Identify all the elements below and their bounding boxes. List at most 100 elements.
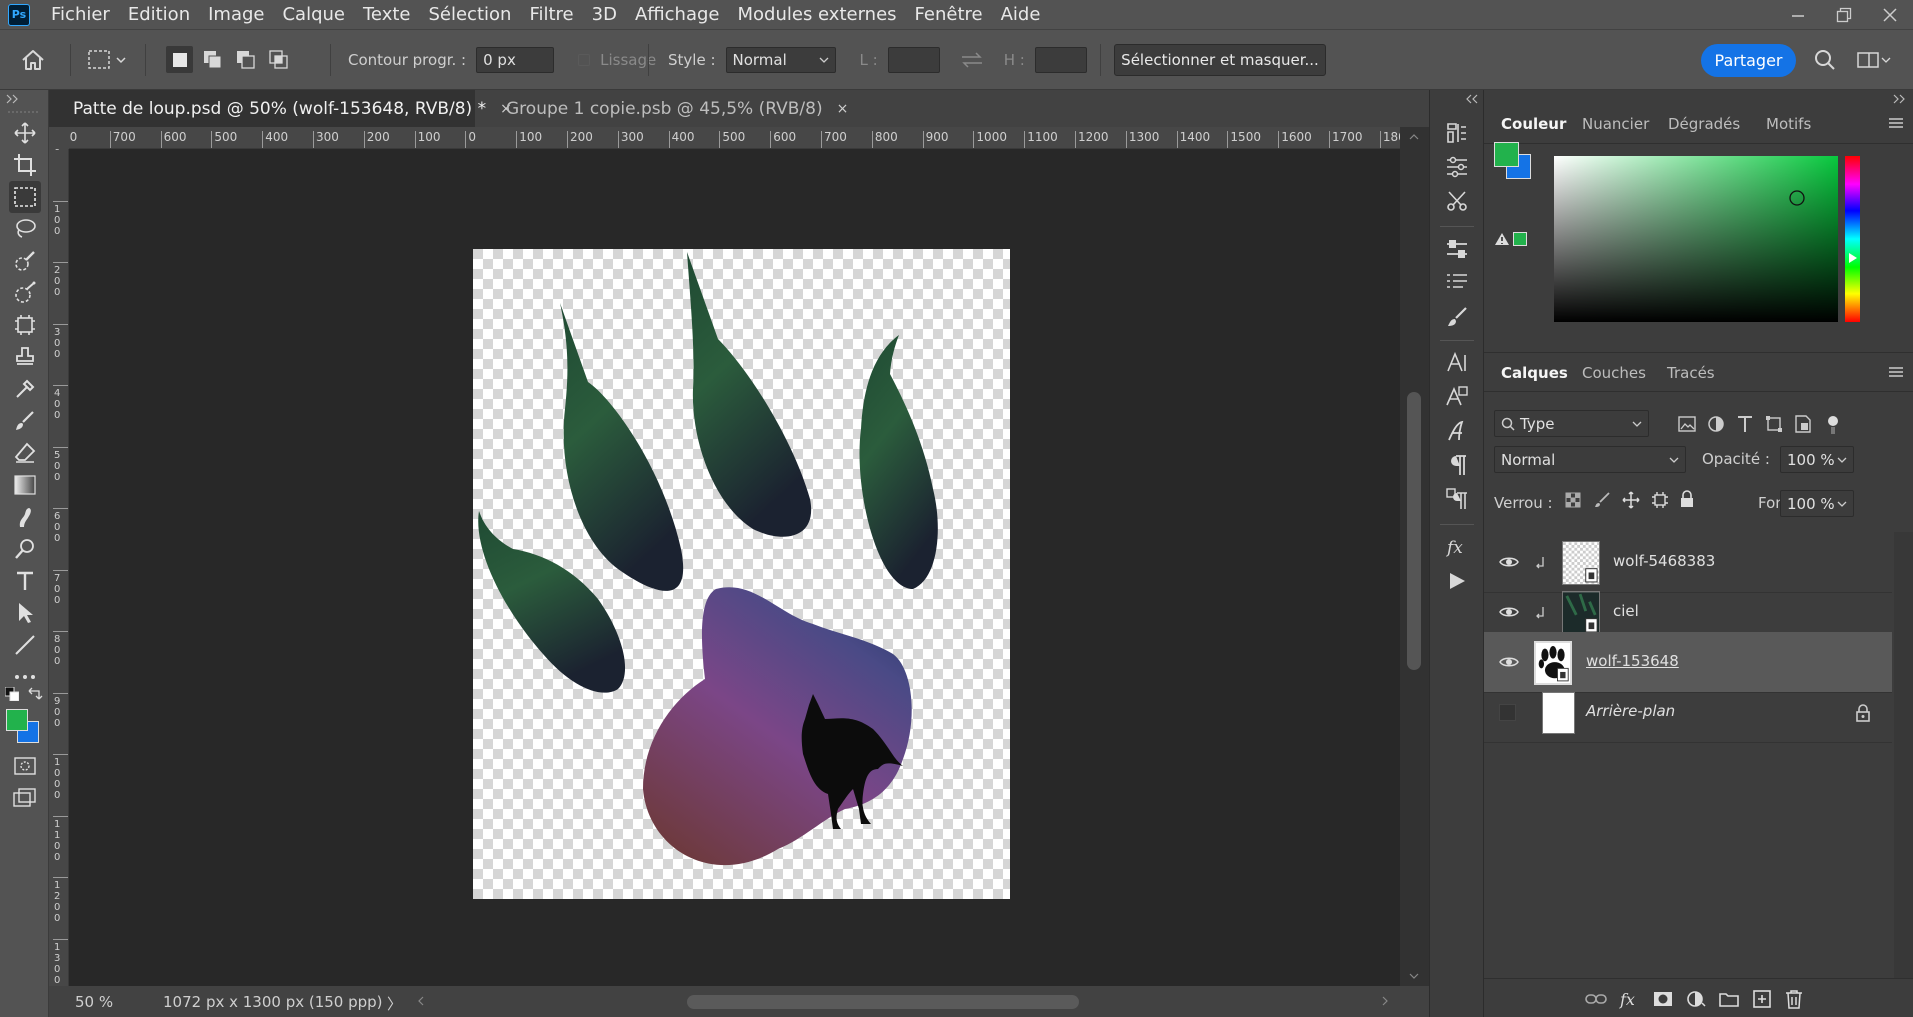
glyphs-panel-button[interactable] xyxy=(1440,414,1474,448)
paragraph-styles-button[interactable] xyxy=(1440,482,1474,516)
menu-edition[interactable]: Edition xyxy=(119,0,199,29)
eyedropper-tool[interactable] xyxy=(9,373,41,405)
menu-selection[interactable]: Sélection xyxy=(419,0,520,29)
select-and-mask-button[interactable]: Sélectionner et masquer... xyxy=(1114,43,1326,76)
move-tool[interactable] xyxy=(9,117,41,149)
filter-smart-object-icon[interactable] xyxy=(1794,415,1812,433)
paragraph-panel-button[interactable] xyxy=(1440,448,1474,482)
subtract-selection-icon[interactable] xyxy=(232,46,259,73)
menu-calque[interactable]: Calque xyxy=(273,0,354,29)
share-button[interactable]: Partager xyxy=(1701,44,1796,77)
menu-aide[interactable]: Aide xyxy=(992,0,1050,29)
brushes-panel-button[interactable] xyxy=(1440,300,1474,334)
layers-scrollbar-track[interactable] xyxy=(1894,532,1913,978)
home-button[interactable] xyxy=(20,30,46,89)
tools-presets-button[interactable] xyxy=(1440,184,1474,218)
menu-fenetre[interactable]: Fenêtre xyxy=(906,0,992,29)
new-layer-button[interactable] xyxy=(1750,987,1774,1011)
rect-marquee-tool[interactable] xyxy=(9,181,41,213)
history-panel-button[interactable] xyxy=(1440,116,1474,150)
lock-artboard-icon[interactable] xyxy=(1651,491,1669,509)
tab-traces[interactable]: Tracés xyxy=(1667,353,1715,393)
vertical-scrollbar[interactable] xyxy=(1400,127,1429,986)
styles-panel-button[interactable]: fx xyxy=(1440,530,1474,564)
fill-input[interactable]: 100 % xyxy=(1780,490,1854,517)
visibility-eye-icon[interactable] xyxy=(1499,552,1519,572)
antialias-checkbox[interactable] xyxy=(578,53,591,66)
delete-layer-button[interactable] xyxy=(1782,987,1806,1011)
close-tab-icon[interactable]: × xyxy=(837,101,849,117)
tab-calques[interactable]: Calques xyxy=(1501,353,1568,393)
add-selection-icon[interactable] xyxy=(199,46,226,73)
frame-tool[interactable] xyxy=(9,309,41,341)
color-field[interactable] xyxy=(1554,156,1838,322)
object-selection-tool[interactable] xyxy=(9,277,41,309)
filter-shape-icon[interactable] xyxy=(1765,415,1783,433)
restore-icon[interactable] xyxy=(1821,0,1867,29)
menu-modules-externes[interactable]: Modules externes xyxy=(729,0,906,29)
swap-colors-icon[interactable] xyxy=(27,687,43,701)
default-colors-icon[interactable] xyxy=(5,687,19,701)
blend-mode-dropdown[interactable]: Normal xyxy=(1494,446,1686,473)
width-input[interactable] xyxy=(887,46,940,73)
visibility-toggle-off[interactable] xyxy=(1499,704,1516,721)
document-canvas[interactable] xyxy=(473,249,1010,899)
brush-tool[interactable] xyxy=(9,405,41,437)
panel-menu-icon[interactable] xyxy=(1888,117,1904,129)
tab-couleur[interactable]: Couleur xyxy=(1501,104,1566,144)
tab-nuancier[interactable]: Nuancier xyxy=(1582,104,1649,144)
filter-type-icon[interactable] xyxy=(1737,415,1753,433)
menu-affichage[interactable]: Affichage xyxy=(626,0,729,29)
visibility-eye-icon[interactable] xyxy=(1499,652,1519,672)
layer-comps-button[interactable] xyxy=(1440,266,1474,300)
feather-input[interactable]: 0 px xyxy=(476,46,555,73)
intersect-selection-icon[interactable] xyxy=(265,46,292,73)
adjustments-panel-button[interactable] xyxy=(1440,150,1474,184)
hue-slider[interactable] xyxy=(1842,156,1860,322)
new-group-button[interactable] xyxy=(1717,987,1741,1011)
crop-tool[interactable] xyxy=(9,149,41,181)
tab-groupe-1-copie[interactable]: Groupe 1 copie.psb @ 45,5% (RVB/8) × xyxy=(475,90,869,127)
path-selection-tool[interactable] xyxy=(9,597,41,629)
filter-adjustment-icon[interactable] xyxy=(1707,415,1725,433)
dodge-tool[interactable] xyxy=(9,533,41,565)
character-styles-button[interactable] xyxy=(1440,380,1474,414)
gamut-swatch[interactable] xyxy=(1513,232,1527,246)
lock-all-icon[interactable] xyxy=(1680,490,1694,508)
link-layers-button[interactable] xyxy=(1584,987,1608,1011)
menu-filtre[interactable]: Filtre xyxy=(520,0,582,29)
character-panel-button[interactable] xyxy=(1440,346,1474,380)
canvas-workspace[interactable] xyxy=(69,149,1400,986)
opacity-input[interactable]: 100 % xyxy=(1780,446,1854,473)
lasso-tool[interactable] xyxy=(9,213,41,245)
minimize-icon[interactable] xyxy=(1775,0,1821,29)
new-selection-icon[interactable] xyxy=(166,46,193,73)
height-input[interactable] xyxy=(1034,46,1087,73)
quick-selection-tool[interactable] xyxy=(9,245,41,277)
tab-degrades[interactable]: Dégradés xyxy=(1668,104,1740,144)
tool-preset-picker[interactable] xyxy=(87,30,127,89)
actions-panel-button[interactable] xyxy=(1440,564,1474,598)
tab-couches[interactable]: Couches xyxy=(1582,353,1646,393)
lock-position-icon[interactable] xyxy=(1622,491,1640,509)
tab-motifs[interactable]: Motifs xyxy=(1766,104,1811,144)
style-dropdown[interactable]: Normal xyxy=(725,46,836,73)
stamp-tool[interactable] xyxy=(9,341,41,373)
menu-image[interactable]: Image xyxy=(199,0,273,29)
properties-panel-button[interactable] xyxy=(1440,232,1474,266)
smudge-tool[interactable] xyxy=(9,501,41,533)
filter-toggle-icon[interactable] xyxy=(1826,415,1840,435)
close-window-icon[interactable] xyxy=(1867,0,1913,29)
panel-menu-icon[interactable] xyxy=(1888,366,1904,378)
zoom-level[interactable]: 50 % xyxy=(75,993,113,1011)
lock-pixels-icon[interactable] xyxy=(1594,492,1610,508)
type-tool[interactable] xyxy=(9,565,41,597)
line-tool[interactable] xyxy=(9,629,41,661)
hscroll-thumb[interactable] xyxy=(687,995,1079,1009)
quick-mask-button[interactable] xyxy=(9,750,41,782)
gradient-tool[interactable] xyxy=(9,469,41,501)
tab-patte-de-loup[interactable]: Patte de loup.psd @ 50% (wolf-153648, RV… xyxy=(49,90,512,127)
menu-texte[interactable]: Texte xyxy=(354,0,419,29)
search-button[interactable] xyxy=(1814,30,1836,89)
eraser-tool[interactable] xyxy=(9,437,41,469)
